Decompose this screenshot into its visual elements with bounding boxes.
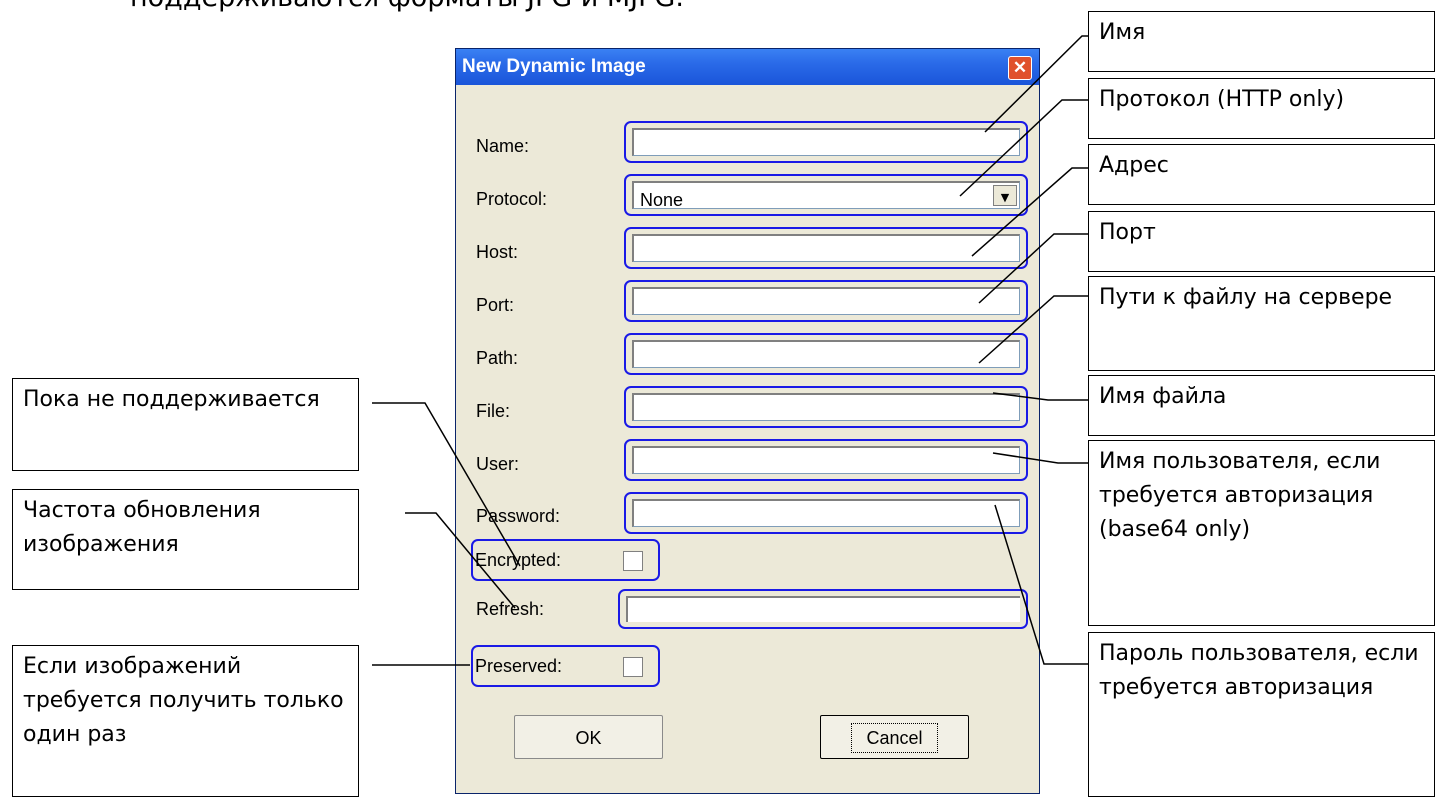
connector-name xyxy=(984,35,1088,133)
connector-path xyxy=(978,295,1088,364)
connector-lines xyxy=(372,35,1088,666)
connector-user xyxy=(992,452,1088,464)
connector-protocol xyxy=(959,99,1088,197)
connector-encrypted xyxy=(372,402,521,567)
connector-password xyxy=(994,504,1088,665)
connector-file xyxy=(992,392,1088,401)
connector-host xyxy=(971,167,1088,257)
connector-port xyxy=(978,233,1088,304)
connector-refresh xyxy=(405,512,516,609)
